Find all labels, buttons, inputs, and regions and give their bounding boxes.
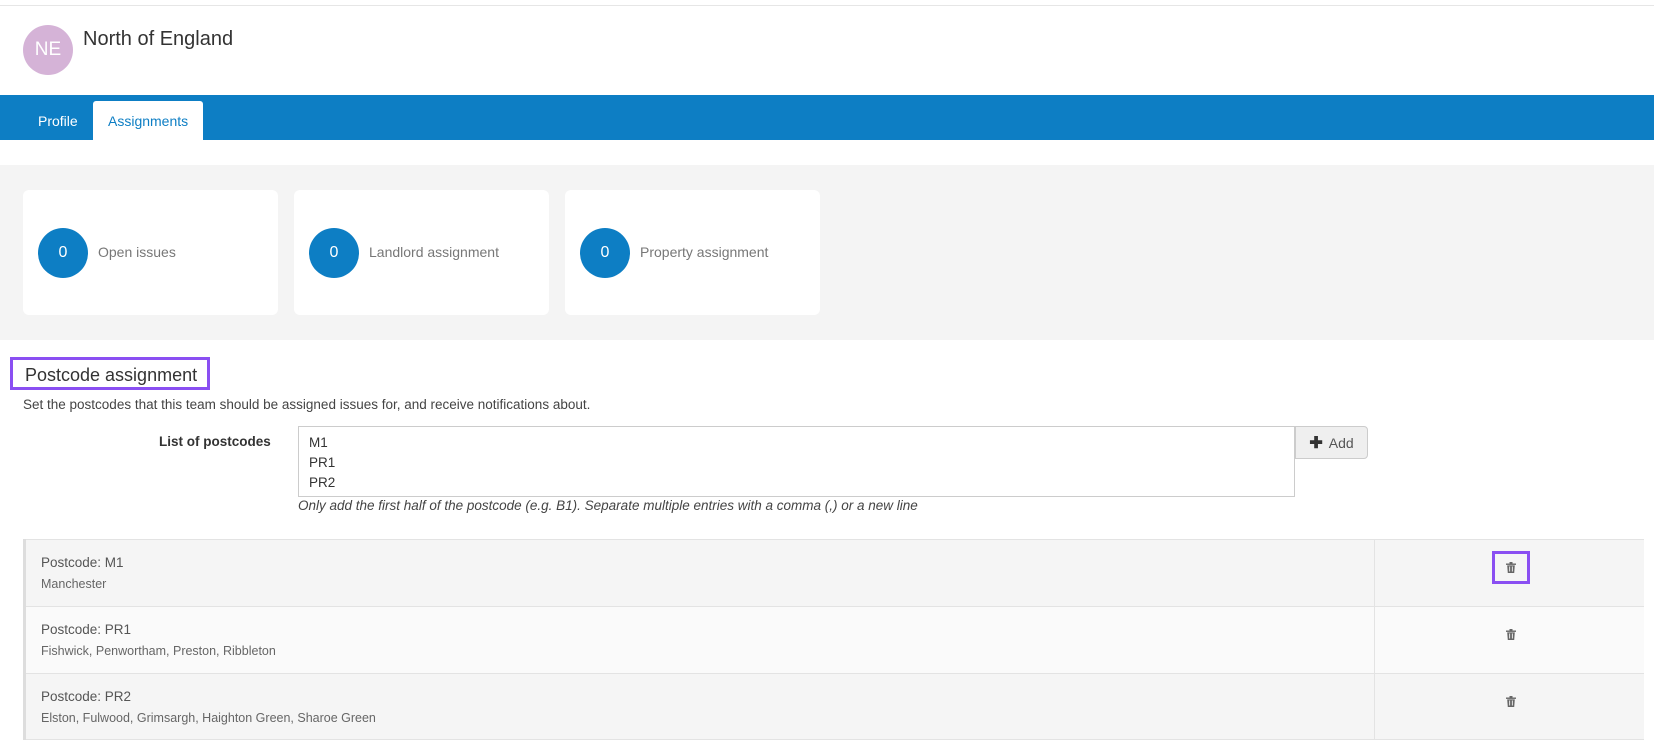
stat-count: 0	[38, 228, 88, 278]
add-button-label: Add	[1328, 434, 1354, 451]
tab-profile[interactable]: Profile	[23, 101, 93, 140]
stat-label: Open issues	[98, 244, 176, 260]
postcode-areas: Elston, Fulwood, Grimsargh, Haighton Gre…	[41, 711, 376, 725]
stat-label: Property assignment	[640, 244, 769, 260]
postcode-info: Postcode: PR1 Fishwick, Penwortham, Pres…	[26, 607, 1375, 673]
postcode-actions	[1375, 674, 1644, 739]
postcode-title: Postcode: PR2	[41, 689, 132, 704]
postcode-list: Postcode: M1 Manchester Postcode: PR1 Fi…	[23, 539, 1644, 740]
postcode-title: Postcode: M1	[41, 555, 124, 570]
section-title: Postcode assignment	[10, 357, 211, 390]
plus-icon: ✚	[1309, 434, 1323, 452]
postcode-row: Postcode: M1 Manchester	[26, 539, 1644, 606]
postcode-row: Postcode: PR2 Elston, Fulwood, Grimsargh…	[26, 673, 1644, 740]
delete-postcode-button[interactable]	[1492, 685, 1530, 718]
postcodes-help-text: Only add the first half of the postcode …	[298, 498, 918, 513]
stat-card-open-issues: 0 Open issues	[23, 190, 278, 315]
postcode-title: Postcode: PR1	[41, 622, 132, 637]
trash-icon	[1506, 562, 1516, 573]
team-header: NE North of England	[0, 6, 1654, 95]
stat-card-property-assignment: 0 Property assignment	[565, 190, 820, 315]
tab-assignments[interactable]: Assignments	[93, 101, 204, 140]
tab-bar: Profile Assignments	[0, 95, 1654, 140]
postcode-row: Postcode: PR1 Fishwick, Penwortham, Pres…	[26, 606, 1644, 673]
postcodes-textarea[interactable]: M1 PR1 PR2	[298, 426, 1295, 497]
delete-postcode-button[interactable]	[1492, 618, 1530, 651]
postcodes-field-label: List of postcodes	[159, 434, 271, 449]
trash-icon	[1506, 696, 1516, 707]
delete-postcode-button[interactable]	[1492, 551, 1530, 584]
postcode-actions	[1375, 540, 1644, 606]
stat-card-landlord-assignment: 0 Landlord assignment	[294, 190, 549, 315]
postcode-areas: Fishwick, Penwortham, Preston, Ribbleton	[41, 644, 276, 658]
stat-label: Landlord assignment	[369, 244, 499, 260]
postcode-actions	[1375, 607, 1644, 673]
trash-icon	[1506, 629, 1516, 640]
team-avatar: NE	[23, 25, 73, 75]
team-name: North of England	[83, 28, 234, 50]
stats-panel: 0 Open issues 0 Landlord assignment 0 Pr…	[0, 165, 1654, 340]
add-postcode-button[interactable]: ✚ Add	[1295, 426, 1368, 459]
stat-count: 0	[580, 228, 630, 278]
postcode-info: Postcode: PR2 Elston, Fulwood, Grimsargh…	[26, 674, 1375, 739]
postcode-areas: Manchester	[41, 577, 107, 591]
postcode-info: Postcode: M1 Manchester	[26, 540, 1375, 606]
section-description: Set the postcodes that this team should …	[23, 397, 591, 412]
stat-count: 0	[309, 228, 359, 278]
